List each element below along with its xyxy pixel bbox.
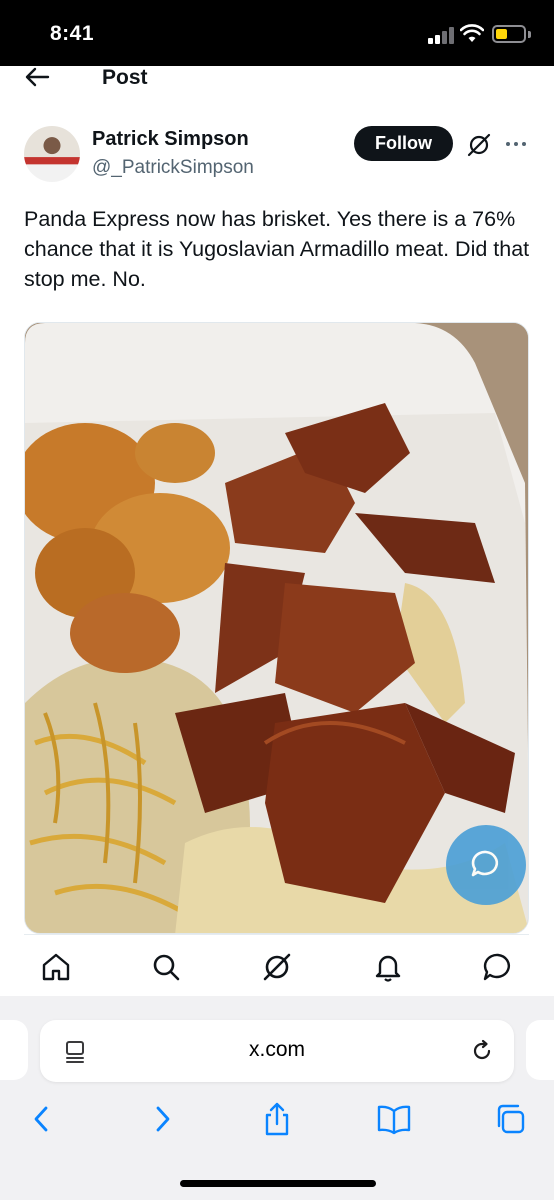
status-bar: 8:41 [0,0,554,66]
bottom-nav [24,934,529,996]
grok-nav-icon[interactable] [261,951,293,983]
search-icon[interactable] [150,951,182,983]
post-header: Post [0,66,554,96]
forward-icon[interactable] [144,1102,180,1136]
notifications-icon[interactable] [372,951,404,983]
follow-button[interactable]: Follow [354,126,453,161]
address-bar[interactable]: x.com [40,1020,514,1082]
tweet-text: Panda Express now has brisket. Yes there… [24,207,530,291]
avatar[interactable] [24,126,80,182]
reload-icon[interactable] [470,1039,494,1063]
bookmarks-icon[interactable] [376,1102,412,1136]
home-icon[interactable] [40,951,72,983]
previous-tab-pill[interactable] [0,1020,28,1080]
messages-icon[interactable] [482,951,514,983]
home-indicator[interactable] [180,1180,376,1187]
back-arrow-icon[interactable] [24,66,50,88]
browser-chrome: x.com [0,996,554,1200]
share-icon[interactable] [259,1102,295,1136]
author-handle[interactable]: @_PatrickSimpson [92,157,254,179]
author-name[interactable]: Patrick Simpson [92,128,249,151]
cellular-signal-icon [428,26,456,44]
tabs-icon[interactable] [494,1102,530,1136]
wifi-icon [460,24,484,42]
back-icon[interactable] [24,1102,60,1136]
grok-icon[interactable] [466,132,492,158]
status-time: 8:41 [50,22,95,45]
chat-bubble-icon [471,850,499,877]
more-options-icon[interactable] [504,134,528,154]
url-text: x.com [248,1038,305,1061]
chat-button[interactable] [446,825,526,905]
battery-icon [492,25,526,43]
page-title: Post [102,66,148,89]
next-tab-pill[interactable] [526,1020,554,1080]
